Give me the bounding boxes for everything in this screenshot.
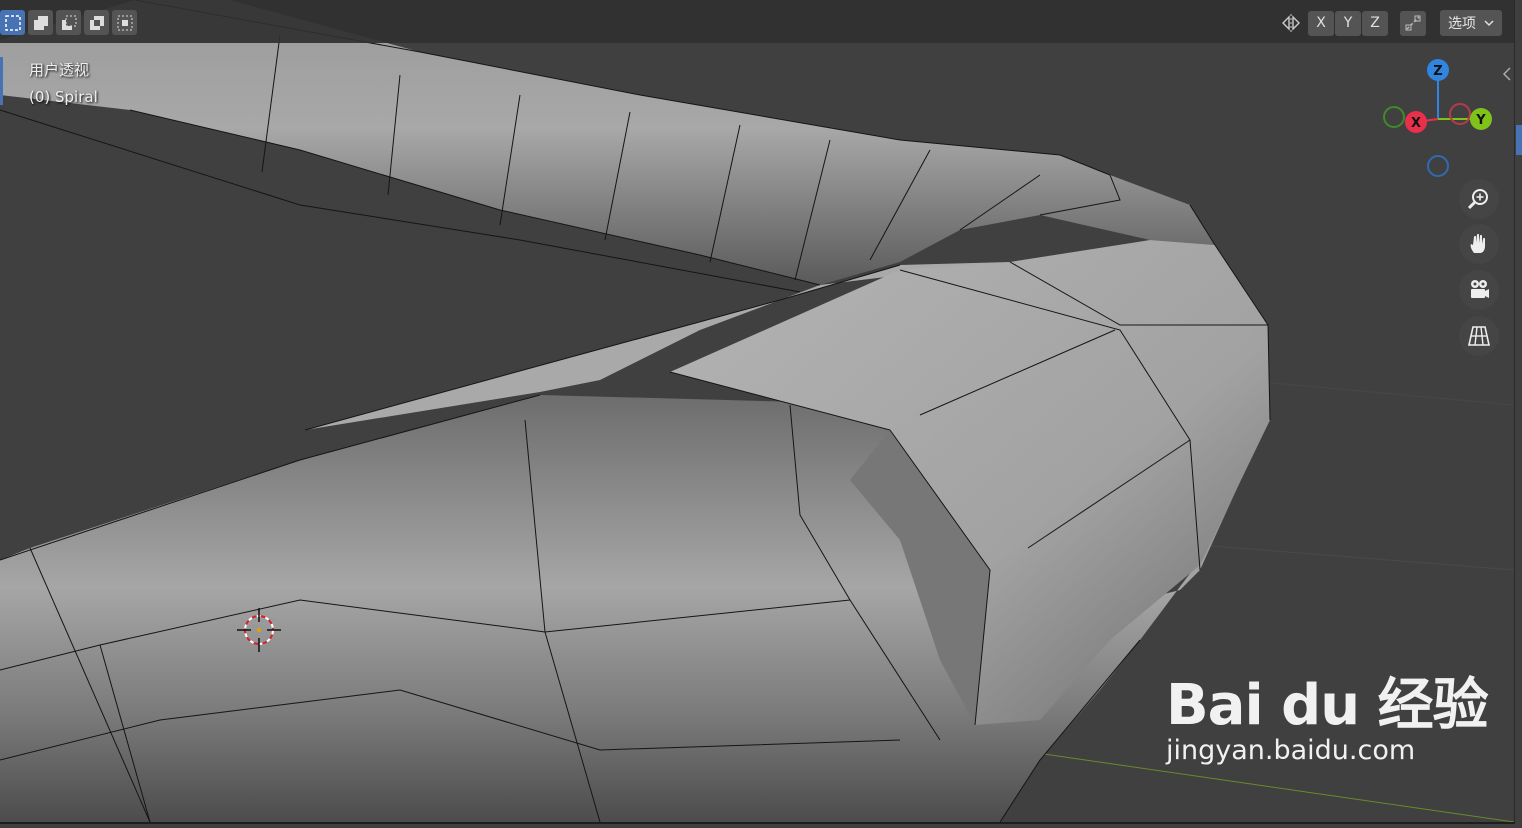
select-difference-icon[interactable] [84, 10, 109, 35]
chevron-down-icon [1484, 20, 1494, 27]
neg-y-axis-handle [1383, 106, 1405, 128]
z-axis-label: Z [1433, 64, 1442, 79]
mirror-axis-icon[interactable] [1278, 11, 1304, 36]
pan-hand-icon[interactable] [1459, 224, 1499, 264]
y-axis-label: Y [1475, 113, 1486, 128]
neg-z-axis-handle [1427, 155, 1449, 177]
select-new-icon[interactable] [0, 10, 25, 35]
viewport-header: X Y Z 选项 [0, 0, 1514, 43]
select-extend-icon[interactable] [28, 10, 53, 35]
neg-x-axis-handle [1449, 103, 1471, 125]
active-region-indicator [0, 57, 3, 105]
options-label: 选项 [1448, 16, 1476, 32]
axis-x-toggle[interactable]: X [1308, 10, 1334, 36]
sidebar-tab-strip[interactable] [1516, 125, 1522, 155]
header-right-tools: X Y Z 选项 [1278, 10, 1502, 36]
axis-y-toggle[interactable]: Y [1335, 10, 1361, 36]
chevron-left-icon[interactable] [1502, 66, 1512, 82]
x-axis-label: X [1411, 116, 1421, 131]
mirror-axis-toggles: X Y Z [1308, 10, 1388, 36]
grid-ortho-icon[interactable] [1459, 316, 1499, 356]
selection-mode-group [0, 10, 137, 35]
object-label: (0) Spiral [29, 88, 98, 106]
options-dropdown[interactable]: 选项 [1440, 10, 1502, 36]
axis-z-toggle[interactable]: Z [1362, 10, 1388, 36]
select-intersect-icon[interactable] [112, 10, 137, 35]
watermark-brand: Bai du 经验 [1166, 673, 1489, 738]
viewport-info-overlay: 用户透视 (0) Spiral [29, 57, 98, 111]
camera-icon[interactable] [1459, 270, 1499, 310]
view-name: 用户透视 [29, 61, 90, 79]
select-subtract-icon[interactable] [56, 10, 81, 35]
navigation-gizmo[interactable]: Z Y X [1378, 56, 1498, 186]
baidu-watermark: Bai du 经验 jingyan.baidu.com [1166, 660, 1489, 766]
zoom-icon[interactable] [1459, 179, 1499, 219]
3d-viewport[interactable]: X Y Z 选项 用户透视 (0) Spiral Z Y X Bai du 经验… [0, 0, 1515, 824]
snap-icon[interactable] [1400, 10, 1426, 36]
